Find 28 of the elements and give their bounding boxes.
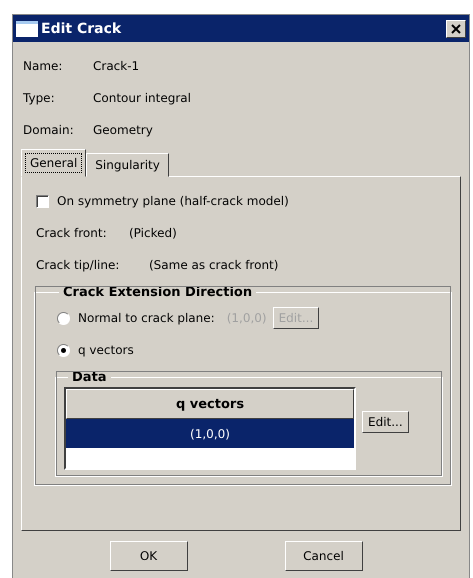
field-label: Type: [23,91,56,105]
table-cell[interactable]: (1,0,0) [66,419,354,448]
dialog-button[interactable]: Cancel [284,541,362,571]
window-title: Edit Crack [41,20,122,36]
group-title: Data [71,370,108,385]
radio-label: Normal to crack plane: [78,311,215,325]
radio-button[interactable] [57,344,70,356]
info-label: Crack front: [36,226,108,240]
dialog-button[interactable]: OK [110,541,188,571]
field-label: Domain: [23,123,75,137]
tab[interactable]: Singularity [86,153,169,177]
field-value: Contour integral [93,91,191,105]
group-title: Crack Extension Direction [62,285,254,300]
checkbox-label: On symmetry plane (half-crack model) [57,194,289,208]
edit-button[interactable]: Edit... [362,411,409,433]
field-value: Geometry [93,123,153,137]
info-label: Crack tip/line: [36,258,120,272]
field-label: Name: [23,59,64,73]
close-button[interactable] [446,20,466,38]
field-value: Crack-1 [93,59,140,73]
column-header: q vectors [66,389,354,419]
close-icon [451,24,461,34]
radio-label: q vectors [78,343,134,357]
window-icon [16,20,38,36]
tab[interactable]: General [21,149,86,177]
info-value: (Picked) [129,226,177,240]
checkbox[interactable] [36,194,49,208]
info-value: (Same as crack front) [149,258,278,272]
